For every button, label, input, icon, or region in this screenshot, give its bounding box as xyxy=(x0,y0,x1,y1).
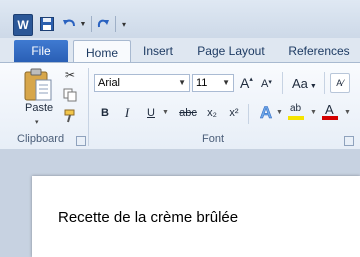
font-color-label: A xyxy=(325,102,334,117)
paste-icon xyxy=(24,68,52,101)
change-case-button[interactable]: Aa ▼ xyxy=(292,76,317,91)
strikethrough-button[interactable]: abc xyxy=(176,104,200,122)
underline-dropdown[interactable]: ▼ xyxy=(162,109,169,116)
font-name-combo[interactable]: Arial ▼ xyxy=(94,74,190,92)
chevron-down-icon[interactable]: ▼ xyxy=(178,78,186,87)
font-dialog-launcher[interactable] xyxy=(344,136,354,146)
bold-button[interactable]: B xyxy=(98,104,112,122)
clipboard-dialog-launcher[interactable] xyxy=(76,136,86,146)
title-bar: W ▼ ▾ xyxy=(0,0,360,38)
format-painter-icon xyxy=(64,109,75,123)
grow-font-button[interactable]: A▴ xyxy=(240,75,253,91)
scissors-icon: ✂ xyxy=(64,68,76,82)
text-effects-dropdown[interactable]: ▼ xyxy=(276,109,283,116)
undo-dropdown[interactable]: ▼ xyxy=(79,14,87,34)
group-divider xyxy=(248,104,249,124)
clipboard-group-label: Clipboard xyxy=(17,133,65,145)
font-name-value: Arial xyxy=(98,77,121,89)
font-size-value: 11 xyxy=(196,77,208,89)
font-color-button[interactable]: A xyxy=(322,102,342,122)
ribbon-tabs: File Home Insert Page Layout References xyxy=(0,38,360,64)
copy-button[interactable] xyxy=(62,87,78,103)
customize-qat-dropdown[interactable]: ▾ xyxy=(119,14,129,34)
highlight-label: ab xyxy=(290,103,302,114)
caret-up-icon: ▴ xyxy=(249,76,253,83)
tab-insert[interactable]: Insert xyxy=(136,40,180,62)
shrink-font-button[interactable]: A▾ xyxy=(261,78,272,90)
tab-page-layout[interactable]: Page Layout xyxy=(194,40,268,62)
paste-dropdown[interactable]: ▾ xyxy=(35,118,39,126)
text-effects-button[interactable]: A xyxy=(256,103,276,123)
undo-button[interactable] xyxy=(60,14,78,34)
redo-button[interactable] xyxy=(95,14,111,34)
superscript-button[interactable]: x² xyxy=(226,104,242,122)
paste-button[interactable] xyxy=(22,66,56,126)
clear-formatting-icon: A⁄ xyxy=(336,78,344,88)
grow-font-label: A xyxy=(240,75,250,91)
font-group-label: Font xyxy=(202,133,225,145)
change-case-label: Aa xyxy=(292,76,308,91)
redo-icon xyxy=(97,19,109,28)
group-divider xyxy=(324,72,325,94)
caret-down-icon: ▾ xyxy=(268,79,272,86)
undo-icon xyxy=(63,19,75,27)
font-color-dropdown[interactable]: ▼ xyxy=(344,109,351,116)
text-effects-icon: A xyxy=(259,103,273,123)
chevron-down-icon[interactable]: ▼ xyxy=(222,78,230,87)
font-color-swatch xyxy=(322,116,338,120)
save-icon xyxy=(40,17,54,31)
cut-button[interactable]: ✂ xyxy=(62,67,78,83)
group-divider xyxy=(282,72,283,94)
highlight-button[interactable]: ab xyxy=(288,102,308,122)
tab-references[interactable]: References xyxy=(284,40,354,62)
group-divider xyxy=(88,68,89,146)
format-painter-button[interactable] xyxy=(62,108,78,124)
font-size-combo[interactable]: 11 ▼ xyxy=(192,74,234,92)
document-text[interactable]: Recette de la crème brûlée xyxy=(58,209,238,226)
italic-button[interactable]: I xyxy=(120,104,134,122)
qat-separator xyxy=(115,16,116,32)
tab-home[interactable]: Home xyxy=(73,40,131,64)
chevron-down-icon: ▼ xyxy=(309,83,317,90)
underline-button[interactable]: U xyxy=(144,104,158,122)
qat-separator xyxy=(91,16,92,32)
subscript-button[interactable]: x₂ xyxy=(204,104,220,122)
word-app-icon[interactable]: W xyxy=(13,14,33,36)
clear-formatting-button[interactable]: A⁄ xyxy=(330,73,350,93)
save-button[interactable] xyxy=(38,14,56,34)
tab-file[interactable]: File xyxy=(14,40,68,62)
copy-icon xyxy=(63,88,77,102)
highlight-color-swatch xyxy=(288,116,304,120)
paste-label: Paste xyxy=(25,102,54,114)
highlight-dropdown[interactable]: ▼ xyxy=(310,109,317,116)
